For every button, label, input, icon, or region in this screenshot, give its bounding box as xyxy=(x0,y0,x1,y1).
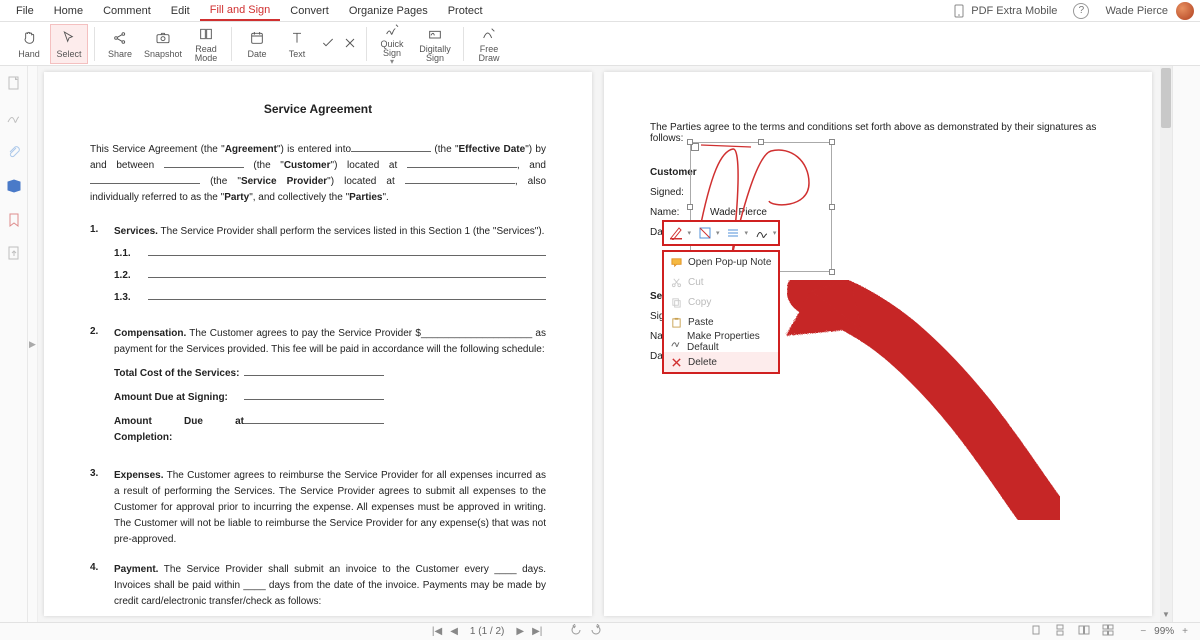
help-icon: ? xyxy=(1073,3,1089,19)
fill-color-tool[interactable] xyxy=(694,224,716,242)
x-mark-button[interactable] xyxy=(340,24,360,64)
page-indicator: 1 (1 / 2) xyxy=(462,626,512,637)
rotate-left-button[interactable] xyxy=(566,624,586,639)
zoom-out-button[interactable]: − xyxy=(1136,626,1150,637)
menu-edit[interactable]: Edit xyxy=(161,2,200,20)
share-button[interactable]: Share xyxy=(101,24,139,64)
help-button[interactable]: ? xyxy=(1065,3,1097,19)
view-two-continuous[interactable] xyxy=(1098,624,1118,639)
properties-icon xyxy=(670,336,681,348)
bookmark-panel-icon[interactable] xyxy=(6,212,22,228)
quick-sign-button[interactable]: Quick Sign▾ xyxy=(373,24,411,64)
workspace: ▶ Service Agreement This Service Agreeme… xyxy=(0,66,1200,622)
signature-intro: The Parties agree to the terms and condi… xyxy=(650,122,1122,144)
statusbar: |◀ ◀ 1 (1 / 2) ▶ ▶| − 99% + xyxy=(0,622,1200,640)
digitally-sign-button[interactable]: Digitally Sign xyxy=(413,24,457,64)
pages-panel-icon[interactable] xyxy=(6,76,22,92)
hand-tool[interactable]: Hand xyxy=(10,24,48,64)
ctx-cut[interactable]: Cut xyxy=(664,272,778,292)
note-icon xyxy=(670,256,682,268)
view-two-page[interactable] xyxy=(1074,624,1094,639)
last-page-button[interactable]: ▶| xyxy=(528,626,546,637)
checkmark-button[interactable] xyxy=(318,24,338,64)
bookmarks-panel-icon[interactable] xyxy=(6,178,22,194)
document-area[interactable]: Service Agreement This Service Agreement… xyxy=(38,66,1162,622)
delete-icon xyxy=(670,356,682,368)
text-button[interactable]: Text xyxy=(278,24,316,64)
phone-icon xyxy=(953,4,965,18)
left-collapse-handle[interactable]: ▶ xyxy=(28,66,38,622)
doc-title: Service Agreement xyxy=(90,102,546,116)
attachments-panel-icon[interactable] xyxy=(6,144,22,160)
ctx-make-default[interactable]: Make Properties Default xyxy=(664,332,778,352)
zoom-in-button[interactable]: + xyxy=(1178,626,1192,637)
menu-protect[interactable]: Protect xyxy=(438,2,493,20)
prev-page-button[interactable]: ◀ xyxy=(446,626,462,637)
doc-intro: This Service Agreement (the "Agreement")… xyxy=(90,142,546,206)
annotation-toolbar: ▾ ▾ ▾ ▾ xyxy=(662,220,780,246)
snapshot-button[interactable]: Snapshot xyxy=(141,24,185,64)
ctx-copy[interactable]: Copy xyxy=(664,292,778,312)
avatar[interactable] xyxy=(1176,2,1194,20)
select-tool[interactable]: Select xyxy=(50,24,88,64)
username-label[interactable]: Wade Pierce xyxy=(1097,5,1176,17)
menu-fill-and-sign[interactable]: Fill and Sign xyxy=(200,1,281,21)
context-menu: Open Pop-up Note Cut Copy Paste Make Pro… xyxy=(662,250,780,374)
menu-comment[interactable]: Comment xyxy=(93,2,161,20)
left-panel-tabs xyxy=(0,66,28,622)
ctx-paste[interactable]: Paste xyxy=(664,312,778,332)
view-continuous[interactable] xyxy=(1050,624,1070,639)
page-1: Service Agreement This Service Agreement… xyxy=(44,72,592,616)
pdf-extra-mobile[interactable]: PDF Extra Mobile xyxy=(945,4,1065,18)
copy-icon xyxy=(670,296,682,308)
date-button[interactable]: Date xyxy=(238,24,276,64)
sign-panel-icon[interactable] xyxy=(6,110,22,126)
ctx-open-popup-note[interactable]: Open Pop-up Note xyxy=(664,252,778,272)
ctx-delete[interactable]: Delete xyxy=(664,352,778,372)
menu-organize-pages[interactable]: Organize Pages xyxy=(339,2,438,20)
export-panel-icon[interactable] xyxy=(6,246,22,262)
vertical-scrollbar[interactable]: ▲ ▼ xyxy=(1160,66,1172,622)
menu-convert[interactable]: Convert xyxy=(280,2,339,20)
next-page-button[interactable]: ▶ xyxy=(512,626,528,637)
read-mode-button[interactable]: Read Mode xyxy=(187,24,225,64)
stroke-color-tool[interactable] xyxy=(665,224,687,242)
menu-file[interactable]: File xyxy=(6,2,44,20)
scroll-down-icon[interactable]: ▼ xyxy=(1160,610,1172,622)
menubar: File Home Comment Edit Fill and Sign Con… xyxy=(0,0,1200,22)
scroll-thumb[interactable] xyxy=(1161,68,1171,128)
zoom-level: 99% xyxy=(1154,626,1174,637)
rotate-right-button[interactable] xyxy=(586,624,606,639)
ribbon: Hand Select Share Snapshot Read Mode Dat… xyxy=(0,22,1200,66)
mobile-label: PDF Extra Mobile xyxy=(971,5,1057,17)
view-single-page[interactable] xyxy=(1026,624,1046,639)
cut-icon xyxy=(670,276,682,288)
free-draw-button[interactable]: Free Draw xyxy=(470,24,508,64)
paste-icon xyxy=(670,316,682,328)
first-page-button[interactable]: |◀ xyxy=(428,626,446,637)
right-panel-tabs xyxy=(1172,66,1200,622)
line-width-tool[interactable] xyxy=(722,224,744,242)
line-style-tool[interactable] xyxy=(751,224,773,242)
menu-home[interactable]: Home xyxy=(44,2,93,20)
